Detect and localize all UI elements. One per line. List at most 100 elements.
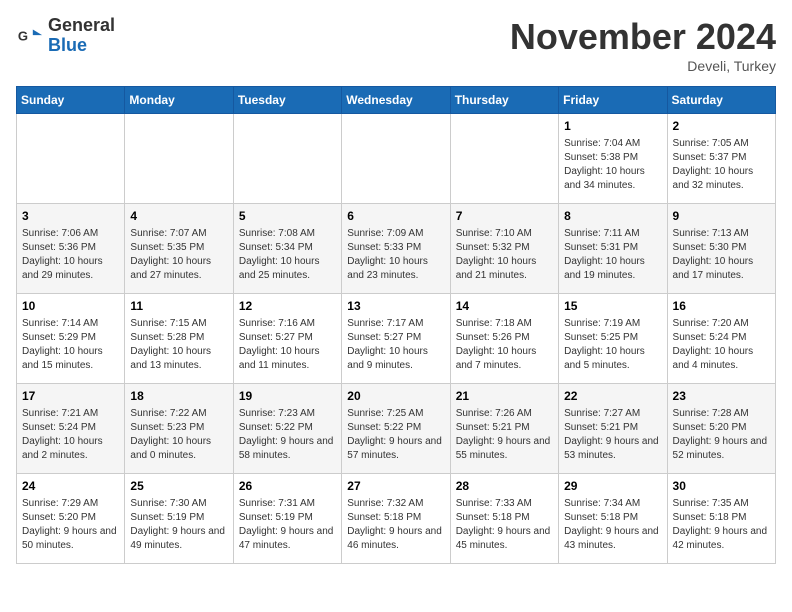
calendar-week-row: 1Sunrise: 7:04 AMSunset: 5:38 PMDaylight…	[17, 114, 776, 204]
calendar-cell: 22 Sunrise: 7:27 AMSunset: 5:21 PMDayligh…	[559, 384, 667, 474]
logo: G General Blue	[16, 16, 115, 56]
day-info: Sunrise: 7:11 AMSunset: 5:31 PMDaylight:…	[564, 227, 661, 283]
title-area: November 2024 Develi, Turkey	[510, 16, 776, 74]
calendar-table: SundayMondayTuesdayWednesdayThursdayFrid…	[16, 86, 776, 564]
day-info: Sunrise: 7:26 AMSunset: 5:21 PMDaylight:…	[456, 407, 553, 463]
day-info: Sunrise: 7:33 AMSunset: 5:18 PMDaylight:…	[456, 497, 553, 553]
day-info: Sunrise: 7:21 AMSunset: 5:24 PMDaylight:…	[22, 407, 119, 463]
day-number: 14	[456, 298, 553, 315]
calendar-cell: 1Sunrise: 7:04 AMSunset: 5:38 PMDaylight…	[559, 114, 667, 204]
day-number: 27	[347, 478, 444, 495]
calendar-cell: 23Sunrise: 7:28 AMSunset: 5:20 PMDayligh…	[667, 384, 775, 474]
calendar-cell: 16 Sunrise: 7:20 AMSunset: 5:24 PMDayligh…	[667, 294, 775, 384]
day-info: Sunrise: 7:08 AMSunset: 5:34 PMDaylight:…	[239, 227, 336, 283]
day-info: Sunrise: 7:34 AMSunset: 5:18 PMDaylight:…	[564, 497, 661, 553]
day-info: Sunrise: 7:32 AMSunset: 5:18 PMDaylight:…	[347, 497, 444, 553]
day-info: Sunrise: 7:06 AMSunset: 5:36 PMDaylight:…	[22, 227, 119, 283]
day-number: 17	[22, 388, 119, 405]
day-info: Sunrise: 7:23 AMSunset: 5:22 PMDaylight:…	[239, 407, 336, 463]
day-number: 26	[239, 478, 336, 495]
day-number: 1	[564, 118, 661, 135]
weekday-header-thursday: Thursday	[450, 87, 558, 114]
calendar-cell: 13 Sunrise: 7:17 AMSunset: 5:27 PMDayligh…	[342, 294, 450, 384]
calendar-cell	[450, 114, 558, 204]
day-number: 30	[673, 478, 770, 495]
calendar-cell: 19 Sunrise: 7:23 AMSunset: 5:22 PMDayligh…	[233, 384, 341, 474]
calendar-cell	[342, 114, 450, 204]
day-number: 2	[673, 118, 770, 135]
day-info: Sunrise: 7:27 AMSunset: 5:21 PMDaylight:…	[564, 407, 661, 463]
day-info: Sunrise: 7:10 AMSunset: 5:32 PMDaylight:…	[456, 227, 553, 283]
day-info: Sunrise: 7:17 AMSunset: 5:27 PMDaylight:…	[347, 317, 444, 373]
page-header: G General Blue November 2024 Develi, Tur…	[16, 16, 776, 74]
calendar-cell: 30 Sunrise: 7:35 AMSunset: 5:18 PMDayligh…	[667, 474, 775, 564]
day-number: 12	[239, 298, 336, 315]
day-info: Sunrise: 7:05 AMSunset: 5:37 PMDaylight:…	[673, 137, 770, 193]
day-number: 16	[673, 298, 770, 315]
day-number: 7	[456, 208, 553, 225]
calendar-week-row: 17 Sunrise: 7:21 AMSunset: 5:24 PMDayligh…	[17, 384, 776, 474]
weekday-header-saturday: Saturday	[667, 87, 775, 114]
calendar-cell: 21 Sunrise: 7:26 AMSunset: 5:21 PMDayligh…	[450, 384, 558, 474]
calendar-cell	[233, 114, 341, 204]
day-number: 25	[130, 478, 227, 495]
day-number: 29	[564, 478, 661, 495]
calendar-week-row: 10 Sunrise: 7:14 AMSunset: 5:29 PMDayligh…	[17, 294, 776, 384]
day-number: 4	[130, 208, 227, 225]
calendar-cell: 3Sunrise: 7:06 AMSunset: 5:36 PMDaylight…	[17, 204, 125, 294]
calendar-cell: 27 Sunrise: 7:32 AMSunset: 5:18 PMDayligh…	[342, 474, 450, 564]
calendar-cell	[125, 114, 233, 204]
day-number: 20	[347, 388, 444, 405]
day-number: 6	[347, 208, 444, 225]
calendar-cell: 24 Sunrise: 7:29 AMSunset: 5:20 PMDayligh…	[17, 474, 125, 564]
logo-general-text: General	[48, 16, 115, 36]
svg-text:G: G	[18, 28, 28, 43]
day-info: Sunrise: 7:25 AMSunset: 5:22 PMDaylight:…	[347, 407, 444, 463]
day-info: Sunrise: 7:20 AMSunset: 5:24 PMDaylight:…	[673, 317, 770, 373]
weekday-header-sunday: Sunday	[17, 87, 125, 114]
day-number: 22	[564, 388, 661, 405]
day-number: 28	[456, 478, 553, 495]
calendar-week-row: 3Sunrise: 7:06 AMSunset: 5:36 PMDaylight…	[17, 204, 776, 294]
weekday-header-row: SundayMondayTuesdayWednesdayThursdayFrid…	[17, 87, 776, 114]
calendar-week-row: 24 Sunrise: 7:29 AMSunset: 5:20 PMDayligh…	[17, 474, 776, 564]
calendar-cell: 8 Sunrise: 7:11 AMSunset: 5:31 PMDaylight…	[559, 204, 667, 294]
calendar-cell: 9 Sunrise: 7:13 AMSunset: 5:30 PMDaylight…	[667, 204, 775, 294]
calendar-cell	[17, 114, 125, 204]
calendar-cell: 10 Sunrise: 7:14 AMSunset: 5:29 PMDayligh…	[17, 294, 125, 384]
day-info: Sunrise: 7:35 AMSunset: 5:18 PMDaylight:…	[673, 497, 770, 553]
day-info: Sunrise: 7:07 AMSunset: 5:35 PMDaylight:…	[130, 227, 227, 283]
day-info: Sunrise: 7:09 AMSunset: 5:33 PMDaylight:…	[347, 227, 444, 283]
day-info: Sunrise: 7:14 AMSunset: 5:29 PMDaylight:…	[22, 317, 119, 373]
weekday-header-wednesday: Wednesday	[342, 87, 450, 114]
calendar-cell: 4 Sunrise: 7:07 AMSunset: 5:35 PMDaylight…	[125, 204, 233, 294]
day-number: 8	[564, 208, 661, 225]
day-number: 19	[239, 388, 336, 405]
logo-blue-text: Blue	[48, 36, 115, 56]
day-number: 13	[347, 298, 444, 315]
calendar-cell: 2 Sunrise: 7:05 AMSunset: 5:37 PMDaylight…	[667, 114, 775, 204]
calendar-cell: 6 Sunrise: 7:09 AMSunset: 5:33 PMDaylight…	[342, 204, 450, 294]
day-info: Sunrise: 7:31 AMSunset: 5:19 PMDaylight:…	[239, 497, 336, 553]
logo-text: General Blue	[48, 16, 115, 56]
weekday-header-monday: Monday	[125, 87, 233, 114]
day-number: 21	[456, 388, 553, 405]
day-info: Sunrise: 7:30 AMSunset: 5:19 PMDaylight:…	[130, 497, 227, 553]
day-number: 11	[130, 298, 227, 315]
calendar-cell: 12Sunrise: 7:16 AMSunset: 5:27 PMDayligh…	[233, 294, 341, 384]
calendar-cell: 15Sunrise: 7:19 AMSunset: 5:25 PMDayligh…	[559, 294, 667, 384]
calendar-cell: 25 Sunrise: 7:30 AMSunset: 5:19 PMDayligh…	[125, 474, 233, 564]
day-number: 23	[673, 388, 770, 405]
month-title: November 2024	[510, 16, 776, 58]
day-info: Sunrise: 7:22 AMSunset: 5:23 PMDaylight:…	[130, 407, 227, 463]
day-number: 10	[22, 298, 119, 315]
day-number: 24	[22, 478, 119, 495]
day-info: Sunrise: 7:29 AMSunset: 5:20 PMDaylight:…	[22, 497, 119, 553]
day-info: Sunrise: 7:13 AMSunset: 5:30 PMDaylight:…	[673, 227, 770, 283]
location-text: Develi, Turkey	[510, 58, 776, 74]
day-number: 9	[673, 208, 770, 225]
calendar-cell: 26 Sunrise: 7:31 AMSunset: 5:19 PMDayligh…	[233, 474, 341, 564]
day-number: 18	[130, 388, 227, 405]
day-info: Sunrise: 7:19 AMSunset: 5:25 PMDaylight:…	[564, 317, 661, 373]
calendar-cell: 7 Sunrise: 7:10 AMSunset: 5:32 PMDaylight…	[450, 204, 558, 294]
